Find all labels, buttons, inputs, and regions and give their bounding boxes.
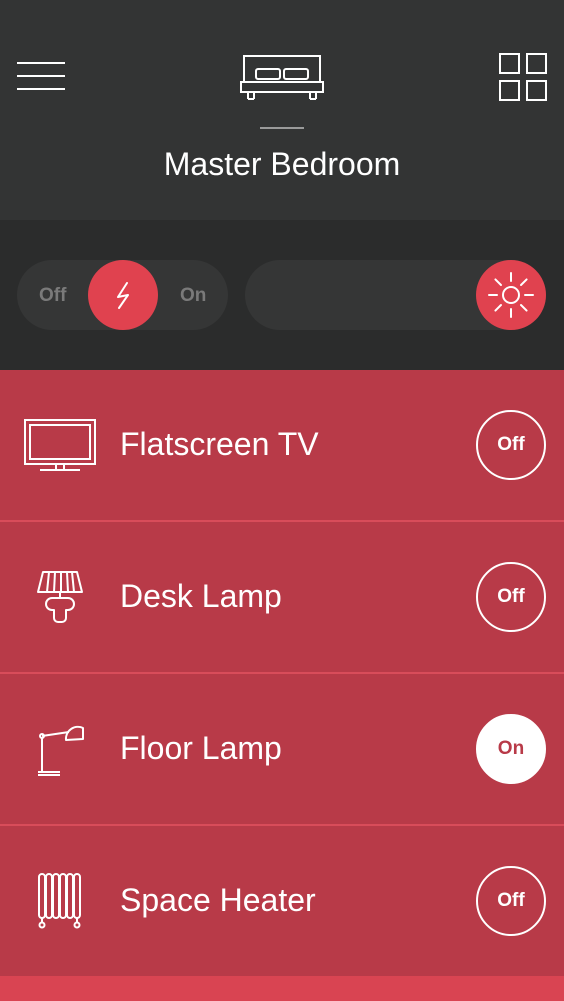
lightning-bolt-icon [117,282,129,309]
device-toggle-button[interactable]: Off [476,410,546,480]
controls-bar: Off On [0,220,564,370]
power-on-label: On [180,285,207,306]
device-row-space-heater[interactable]: Space Heater Off [0,826,564,978]
tv-icon [24,419,96,471]
floor-lamp-icon [38,725,84,776]
brightness-slider-handle[interactable] [476,260,546,330]
device-toggle-button[interactable]: Off [476,866,546,936]
hamburger-menu-icon[interactable] [17,60,67,92]
power-off-label: Off [39,285,67,306]
device-name: Floor Lamp [120,730,282,766]
device-name: Desk Lamp [120,578,282,614]
power-toggle-knob[interactable] [88,260,158,330]
device-row-desk-lamp[interactable]: Desk Lamp Off [0,522,564,674]
device-row-floor-lamp[interactable]: Floor Lamp On [0,674,564,826]
device-toggle-button[interactable]: On [476,714,546,784]
power-toggle[interactable]: Off On [17,260,228,330]
room-title: Master Bedroom [163,146,401,182]
header: Master Bedroom [0,0,564,220]
device-name: Flatscreen TV [120,426,319,462]
next-device-row-peek[interactable] [0,976,564,1001]
sun-icon [488,272,534,318]
brightness-slider[interactable] [245,260,546,330]
device-row-flatscreen-tv[interactable]: Flatscreen TV Off [0,370,564,522]
desk-lamp-icon [37,571,83,623]
bed-icon [240,55,324,100]
device-toggle-button[interactable]: Off [476,562,546,632]
space-heater-icon [38,873,81,929]
title-divider [260,127,304,129]
grid-view-icon[interactable] [499,53,547,101]
device-name: Space Heater [120,882,316,918]
device-list: Flatscreen TV Off Desk Lamp Off Floor La… [0,370,564,978]
